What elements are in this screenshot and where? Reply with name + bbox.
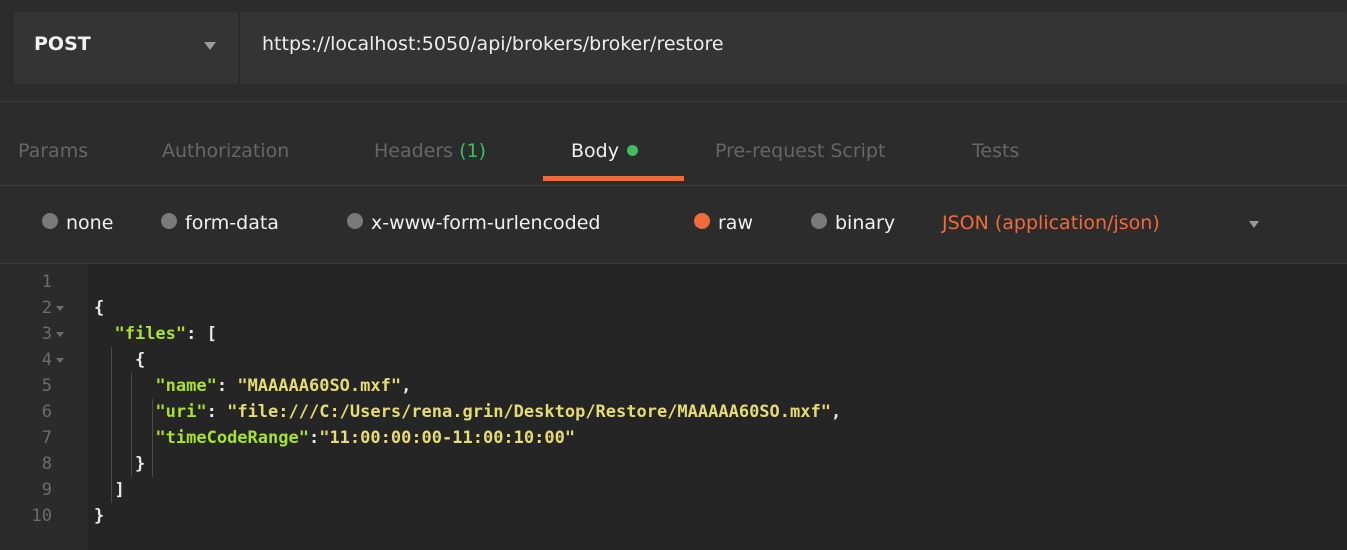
radio-label: binary <box>835 212 896 234</box>
json-key: "name" <box>155 376 217 396</box>
json-punctuation: { <box>94 298 105 318</box>
content-type-dropdown[interactable]: JSON (application/json) <box>942 212 1160 234</box>
line-number: 10 <box>31 506 52 526</box>
tab-label: Tests <box>972 140 1020 162</box>
code-text: "timeCodeRange":"11:00:00:00-11:00:10:00… <box>94 425 575 451</box>
method-label: POST <box>34 33 91 55</box>
code-line[interactable]: 8 } <box>0 451 1347 477</box>
active-tab-indicator <box>543 176 684 181</box>
line-number: 4 <box>41 350 52 370</box>
line-number: 7 <box>41 428 52 448</box>
radio-label: x-www-form-urlencoded <box>371 212 601 234</box>
code-line[interactable]: 2{ <box>0 295 1347 321</box>
radio-icon <box>347 213 363 229</box>
tab-authorization[interactable]: Authorization <box>162 140 289 162</box>
json-key: "timeCodeRange" <box>155 428 309 448</box>
indent-guide <box>131 373 132 477</box>
code-line[interactable]: 9 ] <box>0 477 1347 503</box>
code-text: "uri": "file:///C:/Users/rena.grin/Deskt… <box>94 399 841 425</box>
code-line[interactable]: 3 "files": [ <box>0 321 1347 347</box>
method-selector[interactable]: POST <box>14 12 240 84</box>
body-type-selector: none form-data x-www-form-urlencoded raw… <box>0 186 1347 264</box>
tab-label: Pre-request Script <box>715 140 886 162</box>
code-text: "name": "MAAAAA60SO.mxf", <box>94 373 411 399</box>
radio-icon <box>161 213 177 229</box>
tab-label: Authorization <box>162 140 290 162</box>
line-number: 5 <box>41 376 52 396</box>
line-number: 2 <box>41 298 52 318</box>
url-input[interactable]: https://localhost:5050/api/brokers/broke… <box>262 33 724 55</box>
json-string: "MAAAAA60SO.mxf" <box>237 376 402 396</box>
code-line[interactable]: 10} <box>0 503 1347 529</box>
radio-label: form-data <box>185 212 279 234</box>
tab-body[interactable]: Body <box>571 140 638 162</box>
code-line[interactable]: 4 { <box>0 347 1347 373</box>
tab-pre-request-script[interactable]: Pre-request Script <box>715 140 885 162</box>
code-text: { <box>94 347 145 373</box>
code-text: { <box>94 295 104 321</box>
json-punctuation: ] <box>114 480 125 500</box>
tab-label: Body <box>571 140 619 162</box>
fold-chevron-icon[interactable] <box>56 306 64 311</box>
code-line[interactable]: 7 "timeCodeRange":"11:00:00:00-11:00:10:… <box>0 425 1347 451</box>
json-punctuation: : <box>206 402 228 422</box>
radio-label: none <box>66 212 114 234</box>
line-number: 1 <box>41 272 52 292</box>
request-bar: POST https://localhost:5050/api/brokers/… <box>0 0 1347 102</box>
line-number: 3 <box>41 324 52 344</box>
line-number: 9 <box>41 480 52 500</box>
json-string: "11:00:00:00-11:00:10:00" <box>319 428 576 448</box>
json-punctuation: , <box>830 402 842 422</box>
fold-chevron-icon[interactable] <box>56 332 64 337</box>
json-punctuation: { <box>134 350 146 370</box>
chevron-down-icon[interactable] <box>1249 221 1259 228</box>
chevron-down-icon <box>204 42 216 50</box>
indent-guide <box>151 399 153 477</box>
tab-label: Params <box>18 140 89 162</box>
code-text: "files": [ <box>94 321 217 347</box>
code-editor[interactable]: 1 2{3 "files": [4 {5 "name": "MAAAAA60SO.… <box>0 264 1347 550</box>
code-text: ] <box>94 477 125 503</box>
json-punctuation: : <box>308 428 320 448</box>
json-punctuation: } <box>134 454 146 474</box>
code-text: } <box>94 451 145 477</box>
json-punctuation: , <box>401 376 412 396</box>
json-punctuation: : <box>216 376 238 396</box>
line-number: 6 <box>41 402 52 422</box>
request-tabs: Params Authorization Headers (1) Body Pr… <box>0 102 1347 186</box>
tab-label: Headers <box>374 140 454 162</box>
radio-label: raw <box>718 212 753 234</box>
indent-guide <box>110 347 112 503</box>
json-key: "uri" <box>155 402 207 422</box>
code-line[interactable]: 5 "name": "MAAAAA60SO.mxf", <box>0 373 1347 399</box>
headers-count-badge: (1) <box>459 140 487 162</box>
tab-tests[interactable]: Tests <box>972 140 1019 162</box>
json-punctuation: } <box>94 506 105 526</box>
url-row: POST https://localhost:5050/api/brokers/… <box>14 12 1347 84</box>
code-line[interactable]: 6 "uri": "file:///C:/Users/rena.grin/Des… <box>0 399 1347 425</box>
tab-params[interactable]: Params <box>18 140 88 162</box>
radio-icon <box>42 213 58 229</box>
tab-headers[interactable]: Headers (1) <box>374 140 486 162</box>
json-string: "file:///C:/Users/rena.grin/Desktop/Rest… <box>227 402 831 422</box>
body-active-dot-icon <box>626 145 638 156</box>
code-line[interactable]: 1 <box>0 269 1347 295</box>
radio-selected-icon <box>694 213 710 229</box>
json-punctuation: : [ <box>186 324 217 344</box>
radio-icon <box>811 213 827 229</box>
code-text: } <box>94 503 104 529</box>
line-number: 8 <box>41 454 52 474</box>
json-key: "files" <box>114 324 187 344</box>
fold-chevron-icon[interactable] <box>56 358 64 363</box>
